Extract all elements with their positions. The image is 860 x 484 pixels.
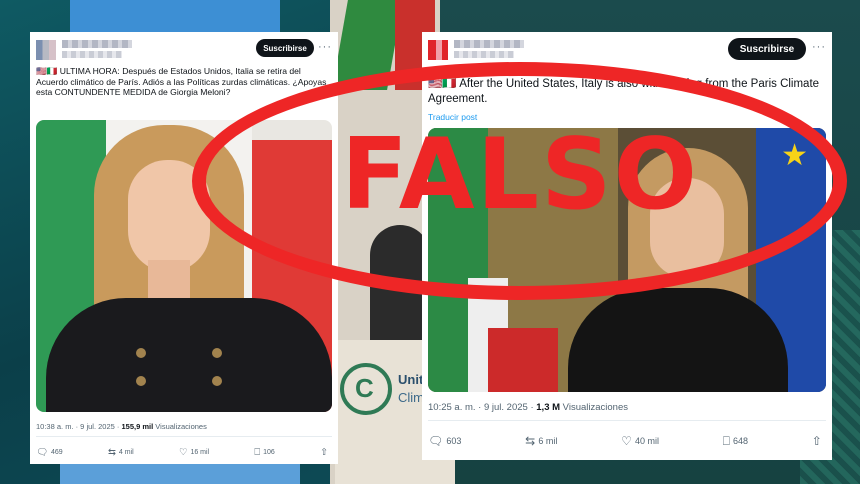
like-button[interactable]: ♡ 40 mil [621, 435, 659, 447]
bookmark-icon: ⎕ [722, 434, 731, 448]
divider [36, 436, 332, 437]
views-count: 155,9 mil [121, 422, 154, 431]
post-body: ULTIMA HORA: Después de Estados Unidos, … [36, 66, 327, 98]
flag-emojis: 🇺🇸🇮🇹 [36, 66, 58, 76]
post-header: Suscribirse ··· [428, 38, 826, 62]
blurred-handle [62, 51, 122, 58]
subscribe-button[interactable]: Suscribirse [728, 38, 806, 60]
blurred-username [62, 40, 132, 48]
timestamp[interactable]: 10:38 a. m. · 9 jul. 2025 [36, 422, 115, 431]
divider [428, 420, 826, 421]
more-options-icon[interactable]: ··· [318, 41, 332, 53]
views-count: 1,3 M [536, 402, 561, 413]
share-icon: ⇧ [811, 434, 822, 448]
timestamp[interactable]: 10:25 a. m. · 9 jul. 2025 [428, 402, 528, 413]
post-header: Suscribirse ··· [36, 38, 332, 62]
share-button[interactable]: ⇧ [320, 447, 328, 458]
action-bar: 🗨 469 ⇆ 4 mil ♡ 16 mil ⎕ 106 ⇧ [36, 447, 328, 458]
heart-icon: ♡ [178, 447, 188, 458]
repost-button[interactable]: ⇆ 6 mil [525, 435, 557, 447]
avatar[interactable] [36, 40, 56, 60]
avatar[interactable] [428, 40, 448, 60]
post-meta: 10:25 a. m. · 9 jul. 2025 · 1,3 M Visual… [428, 402, 628, 413]
views-label: Visualizaciones [562, 402, 628, 413]
bookmark-icon: ⎕ [254, 447, 261, 458]
post-text: 🇺🇸🇮🇹 ULTIMA HORA: Después de Estados Uni… [36, 66, 332, 98]
subscribe-button[interactable]: Suscribirse [256, 39, 314, 57]
podium-text-line1: Unit [398, 372, 424, 387]
reply-button[interactable]: 🗨 469 [36, 447, 63, 458]
share-icon: ⇧ [320, 447, 328, 458]
blurred-username [454, 40, 524, 48]
podium-text-line2: Clim [398, 390, 424, 405]
fact-check-stamp-label: FALSO [341, 118, 699, 232]
unfccc-logo-icon: C [340, 363, 392, 415]
like-button[interactable]: ♡ 16 mil [178, 447, 209, 458]
more-options-icon[interactable]: ··· [812, 41, 826, 53]
reply-icon: 🗨 [428, 434, 444, 448]
blurred-handle [454, 51, 514, 58]
repost-button[interactable]: ⇆ 4 mil [107, 447, 134, 458]
reply-icon: 🗨 [36, 447, 48, 458]
repost-icon: ⇆ [525, 434, 536, 448]
share-button[interactable]: ⇧ [812, 435, 822, 447]
views-label: Visualizaciones [155, 422, 207, 431]
reply-button[interactable]: 🗨 603 [428, 435, 461, 447]
post-meta: 10:38 a. m. · 9 jul. 2025 · 155,9 mil Vi… [36, 422, 207, 431]
action-bar: 🗨 603 ⇆ 6 mil ♡ 40 mil ⎕ 648 ⇧ [428, 435, 822, 447]
bookmark-button[interactable]: ⎕ 648 [723, 435, 748, 447]
heart-icon: ♡ [621, 434, 632, 448]
repost-icon: ⇆ [107, 447, 116, 458]
bookmark-button[interactable]: ⎕ 106 [254, 447, 274, 458]
